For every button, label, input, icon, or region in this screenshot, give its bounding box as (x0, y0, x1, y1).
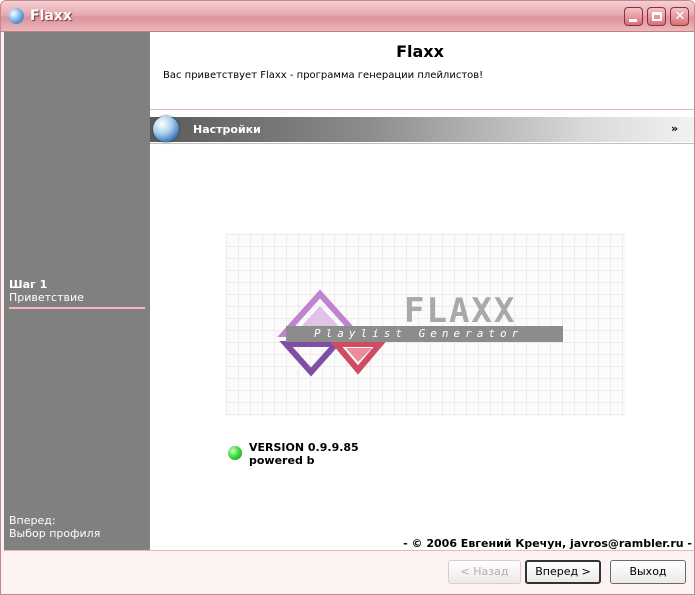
logo-wordmark: FLAXX (404, 291, 517, 331)
version-text: VERSION 0.9.9.85 (249, 441, 359, 454)
window-title: Flaxx (30, 8, 72, 24)
minimize-icon (629, 19, 637, 22)
wizard-button-bar: < Назад Вперед > Выход (4, 550, 694, 594)
settings-section-header[interactable]: Настройки » (150, 116, 694, 142)
logo-subtitle-band: Playlist Generator (286, 326, 563, 342)
next-step-label: Вперед: (9, 514, 56, 527)
header-divider (150, 109, 694, 110)
back-button[interactable]: < Назад (448, 560, 521, 584)
main-window: Flaxx ✕ Шаг 1 Приветствие Вперед: Выбор … (0, 0, 695, 595)
title-bar[interactable]: Flaxx ✕ (1, 1, 694, 32)
step-divider (9, 307, 145, 309)
settings-section-label: Настройки (193, 123, 261, 136)
section-divider (150, 143, 694, 144)
status-indicator-icon (228, 446, 242, 460)
globe-icon (153, 116, 179, 142)
next-step-name: Выбор профиля (9, 527, 101, 540)
minimize-button[interactable] (624, 7, 643, 26)
current-step-number: Шаг 1 (9, 278, 48, 291)
maximize-icon (652, 12, 662, 21)
welcome-text: Вас приветствует Flaxx - программа генер… (163, 70, 484, 81)
double-chevron-down-icon[interactable]: » (671, 122, 678, 135)
maximize-button[interactable] (647, 7, 666, 26)
flaxx-logo: FLAXX Playlist Generator (226, 234, 626, 416)
copyright-text: - © 2006 Евгений Кречун, javros@rambler.… (403, 537, 692, 550)
app-globe-icon[interactable] (8, 8, 24, 24)
exit-button[interactable]: Выход (610, 560, 686, 584)
next-button[interactable]: Вперед > (525, 560, 601, 584)
powered-by-text: powered b (249, 454, 315, 467)
wizard-content: Flaxx Вас приветствует Flaxx - программа… (150, 32, 694, 550)
wizard-sidebar: Шаг 1 Приветствие Вперед: Выбор профиля (4, 32, 150, 550)
page-title: Flaxx (396, 42, 444, 61)
current-step-name: Приветствие (9, 291, 84, 304)
close-icon: ✕ (674, 9, 686, 24)
close-button[interactable]: ✕ (670, 7, 689, 26)
logo-subtitle: Playlist Generator (314, 327, 524, 340)
